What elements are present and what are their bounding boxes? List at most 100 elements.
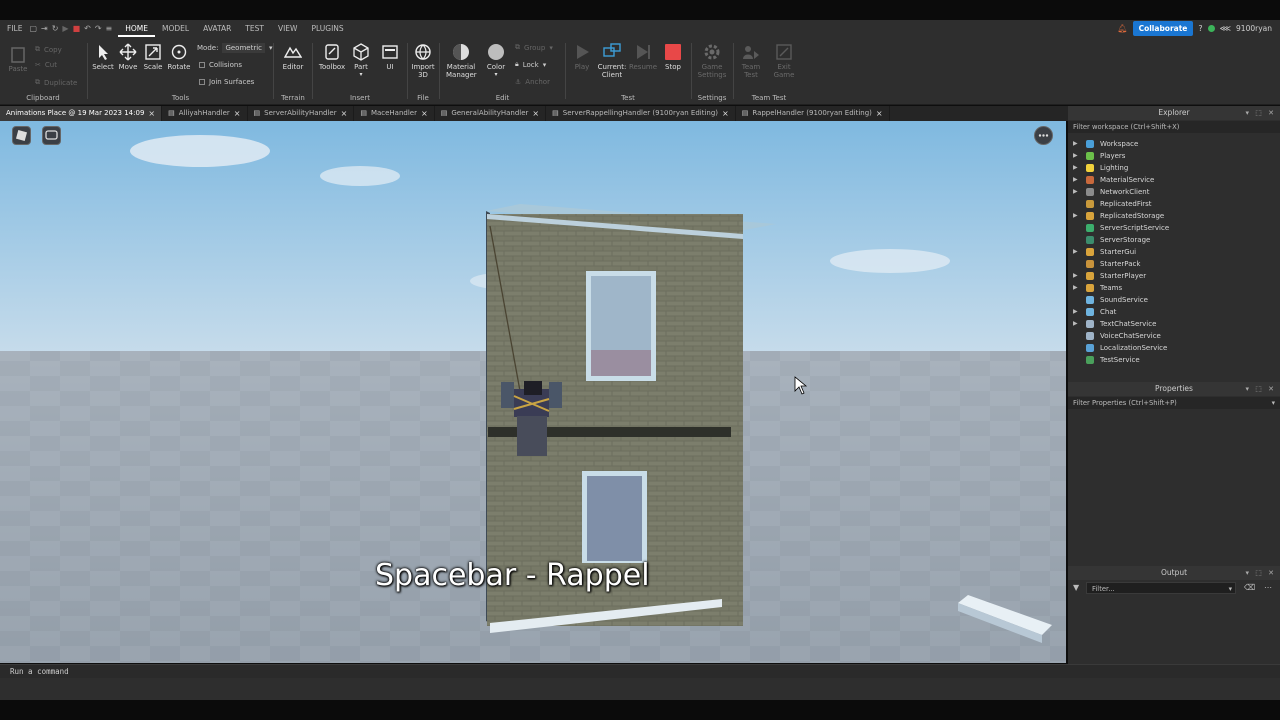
explorer-item[interactable]: ServerStorage <box>1068 234 1280 246</box>
tab-home[interactable]: HOME <box>118 20 156 37</box>
ui-button[interactable]: UI <box>375 43 405 71</box>
current-client-button[interactable]: Current: Client <box>597 43 627 79</box>
close-icon[interactable]: × <box>234 106 241 121</box>
close-icon[interactable]: × <box>421 106 428 121</box>
explorer-item[interactable]: ▶ Players <box>1068 150 1280 162</box>
expand-arrow-icon[interactable]: ▶ <box>1073 306 1078 318</box>
explorer-item[interactable]: ▶ Lighting <box>1068 162 1280 174</box>
explorer-item[interactable]: StarterPack <box>1068 258 1280 270</box>
join-surfaces-checkbox[interactable] <box>199 79 205 85</box>
explorer-item[interactable]: ▶ Workspace <box>1068 138 1280 150</box>
color-button[interactable]: Color ▾ <box>481 43 511 78</box>
join-surfaces-toggle[interactable]: Join Surfaces <box>199 78 254 86</box>
expand-arrow-icon[interactable]: ▶ <box>1073 270 1078 282</box>
help-icon[interactable]: ? <box>1198 24 1202 33</box>
toolbox-button[interactable]: Toolbox <box>317 43 347 71</box>
expand-arrow-icon[interactable]: ▶ <box>1073 318 1078 330</box>
game-settings-button[interactable]: Game Settings <box>697 43 727 79</box>
close-icon[interactable]: × <box>722 106 729 121</box>
tab-script[interactable]: ▤ ServerAbilityHandler × <box>248 106 355 121</box>
tab-script[interactable]: ▤ RappelHandler (9100ryan Editing) × <box>736 106 890 121</box>
cut-button[interactable]: ✂ Cut <box>35 61 57 69</box>
explorer-item[interactable]: ReplicatedFirst <box>1068 198 1280 210</box>
publish-icon[interactable]: ⇥ <box>41 24 48 33</box>
paste-button[interactable]: Paste <box>3 45 33 73</box>
panel-controls-icon[interactable]: ▾ ⬚ ✕ <box>1246 566 1276 580</box>
stop-icon[interactable]: ■ <box>73 24 81 33</box>
expand-arrow-icon[interactable]: ▶ <box>1073 186 1078 198</box>
rotate-tool-button[interactable]: Rotate <box>164 43 194 71</box>
explorer-item[interactable]: TestService <box>1068 354 1280 366</box>
collisions-checkbox[interactable] <box>199 62 205 68</box>
tab-script[interactable]: ▤ AlliyahHandler × <box>162 106 248 121</box>
explorer-item[interactable]: LocalizationService <box>1068 342 1280 354</box>
tab-script[interactable]: ▤ MaceHandler × <box>354 106 435 121</box>
tab-avatar[interactable]: AVATAR <box>196 20 238 37</box>
more-options-icon[interactable] <box>1034 126 1053 145</box>
import-3d-button[interactable]: Import 3D <box>408 43 438 79</box>
explorer-item[interactable]: ▶ Teams <box>1068 282 1280 294</box>
part-button[interactable]: Part ▾ <box>346 43 376 78</box>
panel-controls-icon[interactable]: ▾ ⬚ ✕ <box>1246 106 1276 120</box>
chat-bubble-icon[interactable] <box>42 126 61 145</box>
expand-arrow-icon[interactable]: ▶ <box>1073 174 1078 186</box>
resume-button[interactable]: Resume <box>628 43 658 71</box>
share-icon[interactable]: ⋘ <box>1220 24 1231 33</box>
close-icon[interactable]: × <box>341 106 348 121</box>
duplicate-button[interactable]: ⧉ Duplicate <box>35 78 77 87</box>
explorer-item[interactable]: ▶ StarterGui <box>1068 246 1280 258</box>
exit-game-button[interactable]: Exit Game <box>769 43 799 79</box>
close-icon[interactable]: × <box>876 106 883 121</box>
collaborate-button[interactable]: Collaborate <box>1132 21 1194 36</box>
tab-script[interactable]: ▤ ServerRappellingHandler (9100ryan Editi… <box>546 106 736 121</box>
tab-script[interactable]: ▤ GeneralAbilityHandler × <box>435 106 547 121</box>
explorer-item[interactable]: ▶ Chat <box>1068 306 1280 318</box>
expand-arrow-icon[interactable]: ▶ <box>1073 162 1078 174</box>
roblox-menu-icon[interactable] <box>12 126 31 145</box>
terrain-editor-button[interactable]: Editor <box>278 43 308 71</box>
play-button[interactable]: Play <box>567 43 597 71</box>
panel-controls-icon[interactable]: ▾ ⬚ ✕ <box>1246 382 1276 396</box>
clear-output-icon[interactable]: ⌫ <box>1244 583 1255 592</box>
chevron-down-icon[interactable]: ▾ <box>1229 583 1232 595</box>
play-icon[interactable]: ▶ <box>62 24 68 33</box>
lock-button[interactable]: 🔒︎ Lock ▾ <box>515 60 546 69</box>
explorer-item[interactable]: ServerScriptService <box>1068 222 1280 234</box>
explorer-filter-input[interactable]: Filter workspace (Ctrl+Shift+X) <box>1068 121 1280 133</box>
copy-button[interactable]: ⧉ Copy <box>35 45 62 54</box>
notification-bell-icon[interactable]: 🔔︎ <box>1117 24 1127 33</box>
redo-arrow-icon[interactable]: ↷ <box>95 24 102 33</box>
tab-plugins[interactable]: PLUGINS <box>304 20 350 37</box>
menu-file[interactable]: FILE <box>0 20 29 37</box>
close-icon[interactable]: × <box>148 106 155 121</box>
explorer-item[interactable]: ▶ StarterPlayer <box>1068 270 1280 282</box>
explorer-item[interactable]: ▶ ReplicatedStorage <box>1068 210 1280 222</box>
output-filter-input[interactable]: Filter... ▾ <box>1086 582 1236 594</box>
expand-arrow-icon[interactable]: ▶ <box>1073 246 1078 258</box>
expand-arrow-icon[interactable]: ▶ <box>1073 138 1078 150</box>
explorer-item[interactable]: ▶ NetworkClient <box>1068 186 1280 198</box>
team-test-button[interactable]: Team Test <box>736 43 766 79</box>
tab-test[interactable]: TEST <box>238 20 271 37</box>
undo-icon[interactable]: ↶ <box>84 24 91 33</box>
tab-animations-place[interactable]: Animations Place @ 19 Mar 2023 14:09 × <box>0 106 163 121</box>
command-bar-input[interactable]: Run a command <box>0 664 1280 678</box>
collisions-toggle[interactable]: Collisions <box>199 61 242 69</box>
redo-icon[interactable]: ↻ <box>52 24 59 33</box>
mode-select[interactable]: Mode: Geometric ▾ <box>197 43 273 53</box>
group-button[interactable]: ⧉ Group ▾ <box>515 43 553 52</box>
properties-filter-input[interactable]: Filter Properties (Ctrl+Shift+P) ▾ <box>1068 397 1280 409</box>
explorer-item[interactable]: VoiceChatService <box>1068 330 1280 342</box>
customize-icon[interactable]: ≡ <box>106 24 113 33</box>
tab-model[interactable]: MODEL <box>155 20 196 37</box>
explorer-item[interactable]: SoundService <box>1068 294 1280 306</box>
material-manager-button[interactable]: Material Manager <box>446 43 477 79</box>
expand-arrow-icon[interactable]: ▶ <box>1073 150 1078 162</box>
stop-button[interactable]: Stop <box>658 43 688 71</box>
more-options-icon[interactable]: ⋯ <box>1264 583 1272 592</box>
expand-arrow-icon[interactable]: ▶ <box>1073 282 1078 294</box>
username-label[interactable]: 9100ryan <box>1236 24 1272 33</box>
new-file-icon[interactable]: ▢ <box>29 24 37 33</box>
explorer-item[interactable]: ▶ TextChatService <box>1068 318 1280 330</box>
anchor-button[interactable]: ⚓︎ Anchor <box>515 78 550 86</box>
